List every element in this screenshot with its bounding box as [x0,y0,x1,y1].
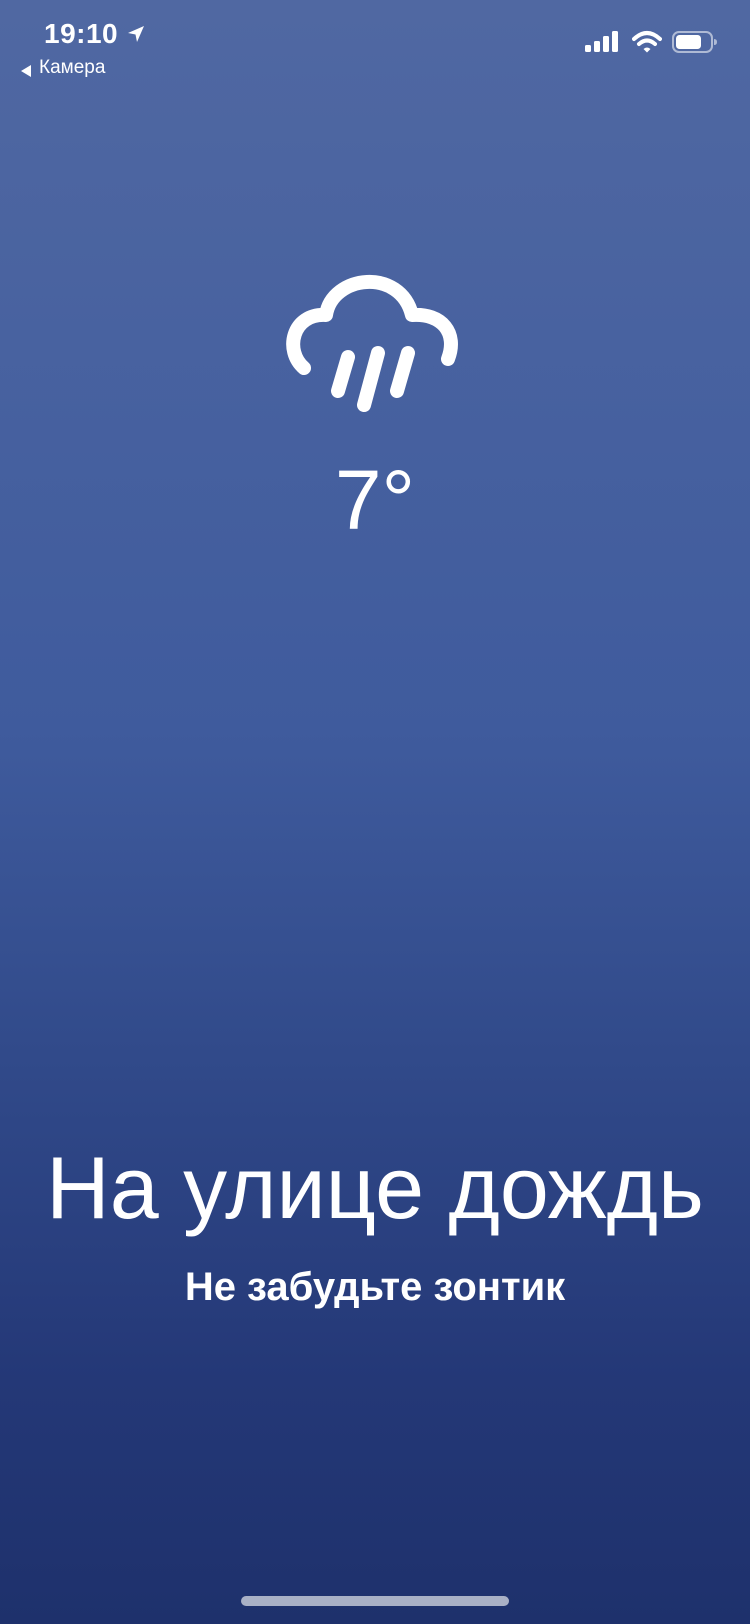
status-indicators [584,30,718,54]
clock: 19:10 [44,16,146,52]
temperature-value: 7° [334,453,416,547]
weather-headline: На улице дождь [46,1138,704,1237]
back-triangle-icon [20,61,32,77]
status-bar: 19:10 Камера [0,0,750,90]
back-label: Камера [39,57,106,78]
status-time: 19:10 [44,18,119,49]
weather-advice: Не забудьте зонтик [184,1265,566,1309]
back-to-app-link[interactable]: Камера [20,56,105,80]
location-arrow-icon [126,24,146,44]
cellular-signal-icon [584,30,620,54]
home-indicator[interactable] [241,1596,509,1606]
wifi-icon [632,30,662,54]
battery-icon [672,30,718,54]
rain-cloud-icon [282,273,470,435]
